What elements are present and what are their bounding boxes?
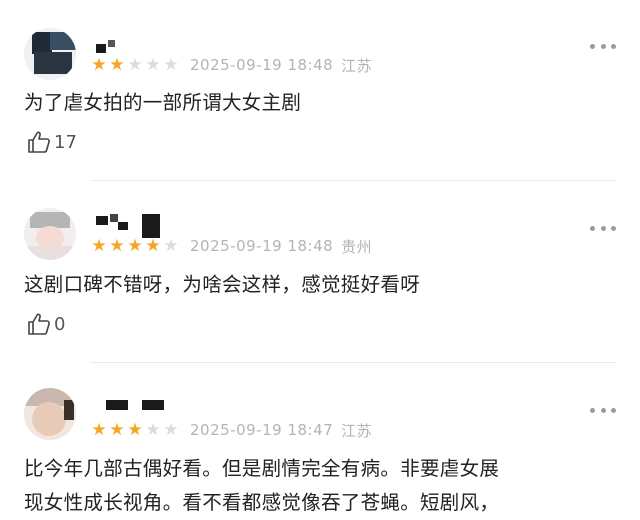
more-dots-icon[interactable] bbox=[590, 406, 616, 414]
divider bbox=[90, 362, 616, 363]
star-icon: ★ bbox=[109, 236, 125, 256]
thumbs-up-icon bbox=[28, 131, 50, 153]
star-icon: ★ bbox=[127, 236, 143, 256]
rating-stars: ★ ★ ★ ★ ★ bbox=[90, 420, 180, 440]
comment-date: 2025-09-19 18:48 bbox=[190, 56, 334, 74]
star-icon: ★ bbox=[91, 55, 107, 75]
thumbs-up-icon bbox=[28, 313, 50, 335]
star-icon: ★ bbox=[145, 55, 161, 75]
rating-stars: ★ ★ ★ ★ ★ bbox=[90, 236, 180, 256]
star-icon: ★ bbox=[163, 420, 179, 440]
avatar[interactable] bbox=[24, 28, 76, 80]
comment-location: 贵州 bbox=[341, 237, 373, 256]
meta-row: ★ ★ ★ ★ ★ 2025-09-19 18:48 江苏 bbox=[90, 54, 372, 76]
comment-text: 这剧口碑不错呀，为啥会这样，感觉挺好看呀 bbox=[24, 273, 421, 296]
like-count: 17 bbox=[54, 131, 77, 153]
like-button[interactable]: 17 bbox=[26, 128, 77, 156]
divider bbox=[90, 180, 616, 181]
star-icon: ★ bbox=[109, 55, 125, 75]
like-count: 0 bbox=[54, 313, 66, 335]
avatar[interactable] bbox=[24, 208, 76, 260]
star-icon: ★ bbox=[109, 420, 125, 440]
more-dots-icon[interactable] bbox=[590, 224, 616, 232]
meta-row: ★ ★ ★ ★ ★ 2025-09-19 18:48 贵州 bbox=[90, 235, 372, 257]
comment-date: 2025-09-19 18:48 bbox=[190, 237, 334, 255]
more-dots-icon[interactable] bbox=[590, 42, 616, 50]
star-icon: ★ bbox=[127, 55, 143, 75]
meta-row: ★ ★ ★ ★ ★ 2025-09-19 18:47 江苏 bbox=[90, 419, 372, 441]
comment-text-line: 比今年几部古偶好看。但是剧情完全有病。非要虐女展 bbox=[24, 457, 500, 480]
comment-text: 比今年几部古偶好看。但是剧情完全有病。非要虐女展 现女性成长视角。看不看都感觉像… bbox=[24, 452, 622, 520]
star-icon: ★ bbox=[91, 236, 107, 256]
star-icon: ★ bbox=[145, 420, 161, 440]
comment-text: 为了虐女拍的一部所谓大女主剧 bbox=[24, 91, 302, 114]
username[interactable] bbox=[106, 400, 166, 414]
comment-location: 江苏 bbox=[341, 56, 373, 75]
like-button[interactable]: 0 bbox=[26, 310, 65, 338]
star-icon: ★ bbox=[91, 420, 107, 440]
star-icon: ★ bbox=[145, 236, 161, 256]
star-icon: ★ bbox=[163, 55, 179, 75]
comment-text-line: 现女性成长视角。看不看都感觉像吞了苍蝇。短剧风， bbox=[24, 491, 500, 514]
rating-stars: ★ ★ ★ ★ ★ bbox=[90, 55, 180, 75]
comment-date: 2025-09-19 18:47 bbox=[190, 421, 334, 439]
avatar[interactable] bbox=[24, 388, 76, 440]
star-icon: ★ bbox=[163, 236, 179, 256]
comment-location: 江苏 bbox=[341, 421, 373, 440]
star-icon: ★ bbox=[127, 420, 143, 440]
